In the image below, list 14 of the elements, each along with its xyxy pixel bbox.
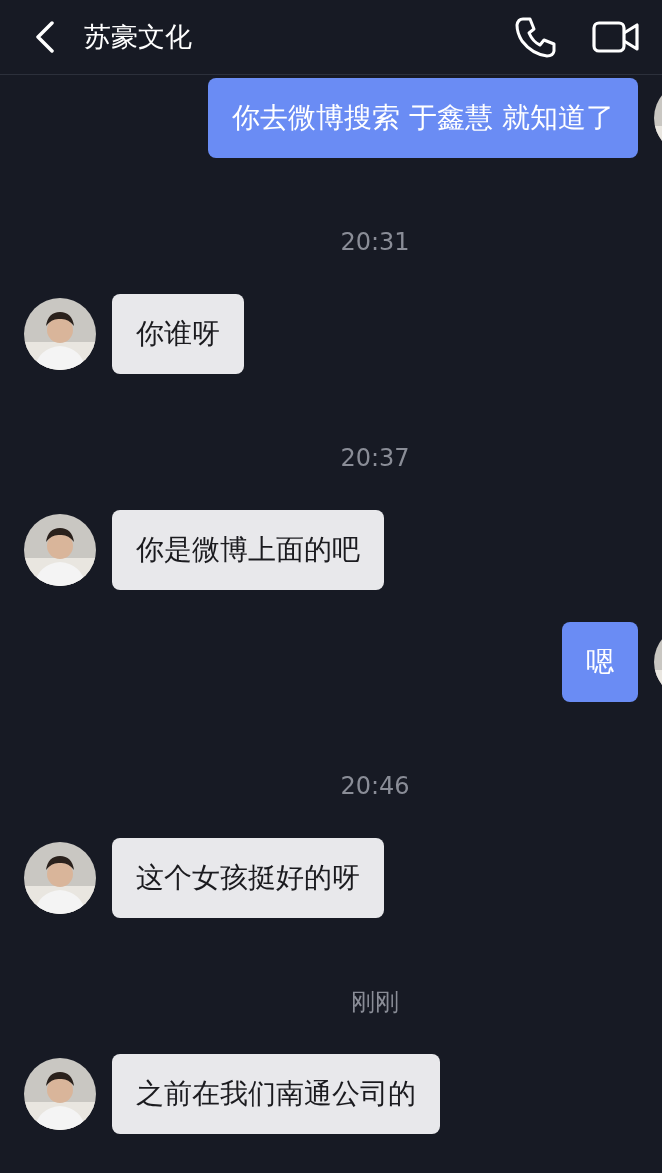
- message-bubble: 嗯: [562, 622, 638, 702]
- message-bubble: 之前在我们南通公司的: [112, 1054, 440, 1134]
- phone-icon[interactable]: [514, 15, 558, 59]
- message-bubble: 你去微博搜索 于鑫慧 就知道了: [208, 78, 638, 158]
- message-bubble: 你谁呀: [112, 294, 244, 374]
- chat-title: 苏豪文化: [84, 20, 192, 54]
- timestamp: 刚刚: [351, 988, 399, 1016]
- timestamp: 20:37: [340, 444, 410, 472]
- timestamp: 20:46: [340, 772, 410, 800]
- back-icon[interactable]: [34, 21, 56, 53]
- message-bubble: 这个女孩挺好的呀: [112, 838, 384, 918]
- timestamp: 20:31: [340, 228, 410, 256]
- video-camera-icon[interactable]: [592, 20, 640, 54]
- message-bubble: 你是微博上面的吧: [112, 510, 384, 590]
